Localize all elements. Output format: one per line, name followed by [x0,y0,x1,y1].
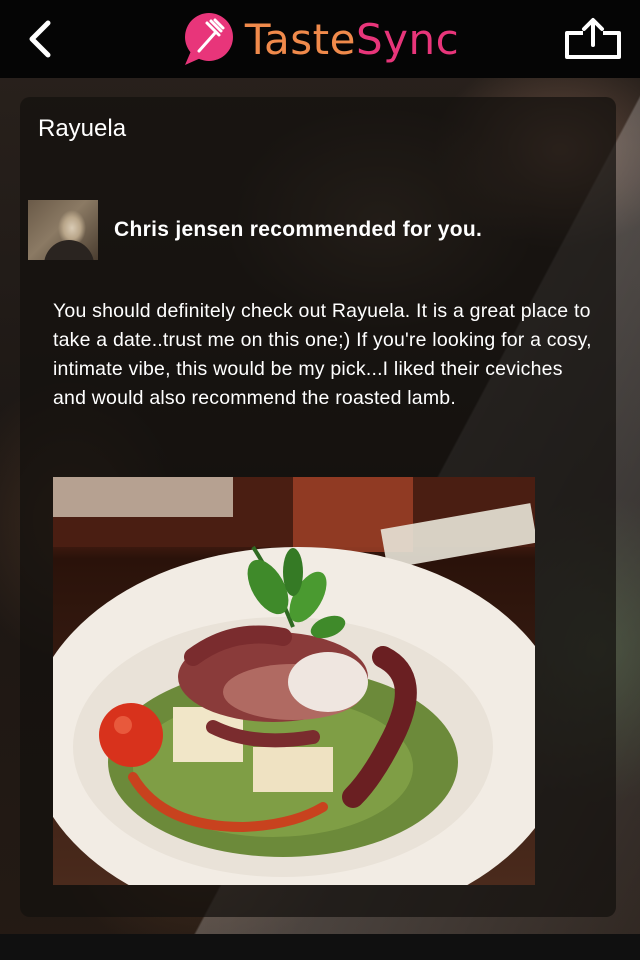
logo-text: TasteSync [245,15,459,64]
avatar[interactable] [28,200,98,260]
top-bar: TasteSync [0,0,640,78]
share-upload-icon [565,18,621,59]
logo-text-sync: Sync [355,14,460,64]
recommender-text: Chris jensen recommended for you. [114,218,483,241]
octopus-dish-photo[interactable] [53,477,535,885]
share-button[interactable] [560,12,626,66]
recommendation-card: Rayuela Chris jensen recommended for you… [20,97,616,917]
back-button[interactable] [14,14,64,64]
place-name[interactable]: Rayuela [38,115,126,143]
app-logo: TasteSync [181,11,459,67]
fork-chat-bubble-icon [184,13,233,65]
chevron-left-icon [29,20,51,58]
review-text: You should definitely check out Rayuela.… [53,300,592,409]
logo-text-taste: Taste [244,14,356,64]
bottom-strip [0,934,640,960]
